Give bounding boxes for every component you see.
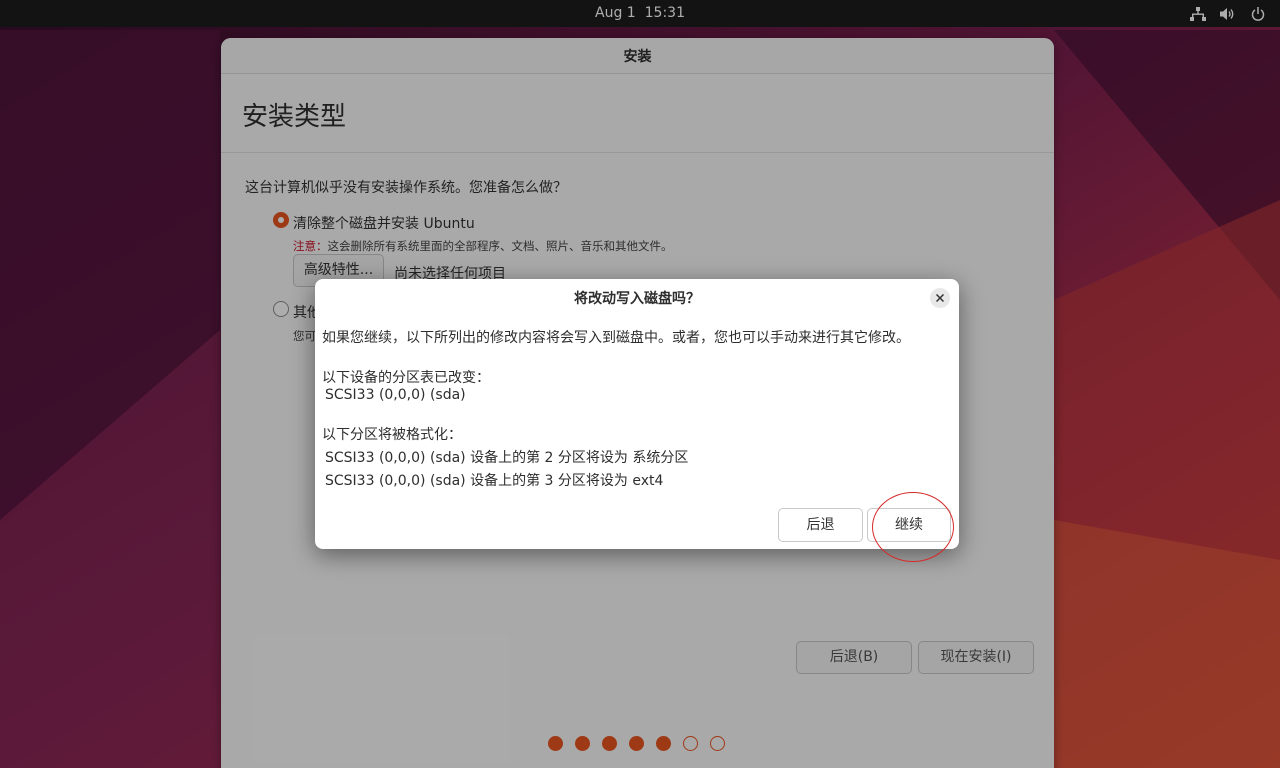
dialog-intro: 如果您继续，以下所列出的修改内容将会写入到磁盘中。或者，您也可以手动来进行其它修… bbox=[322, 330, 910, 346]
dialog-back-button[interactable]: 后退 bbox=[778, 508, 863, 542]
format-heading: 以下分区将被格式化： bbox=[322, 427, 462, 443]
format-item: SCSI33 (0,0,0) (sda) 设备上的第 2 分区将设为 系统分区 bbox=[325, 450, 689, 466]
partition-table-item: SCSI33 (0,0,0) (sda) bbox=[325, 387, 466, 403]
partition-tables-heading: 以下设备的分区表已改变： bbox=[322, 370, 490, 386]
write-changes-dialog: 将改动写入磁盘吗？ 如果您继续，以下所列出的修改内容将会写入到磁盘中。或者，您也… bbox=[315, 279, 959, 549]
format-item: SCSI33 (0,0,0) (sda) 设备上的第 3 分区将设为 ext4 bbox=[325, 473, 664, 489]
close-icon bbox=[936, 294, 944, 302]
close-button[interactable] bbox=[930, 288, 950, 308]
dialog-title: 将改动写入磁盘吗？ bbox=[574, 291, 700, 307]
continue-button[interactable]: 继续 bbox=[867, 508, 951, 542]
